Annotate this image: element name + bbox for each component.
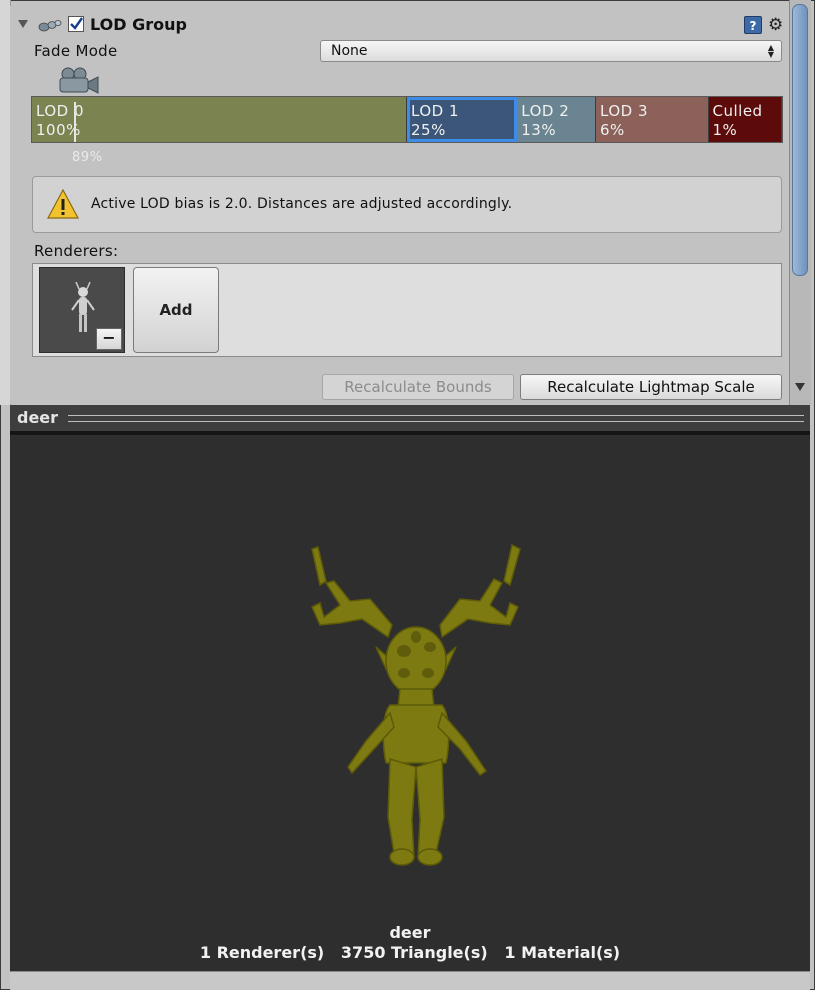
lod-segment-culled[interactable]: Culled 1%	[708, 97, 782, 142]
lod-group-component-icon	[38, 20, 62, 32]
fade-mode-label: Fade Mode	[34, 42, 118, 60]
lod-levels-bar[interactable]: LOD 0 100% LOD 1 25% LOD 2 13% LOD 3 6% Culled 1%	[31, 96, 783, 143]
lod-segment-lod-2[interactable]: LOD 2 13%	[517, 97, 596, 142]
lod-segment-lod-3[interactable]: LOD 3 6%	[596, 97, 709, 142]
model-preview[interactable]: deer 1 Renderer(s) 3750 Triangle(s) 1 Ma…	[10, 431, 810, 971]
lod-segment-percent: 6%	[600, 121, 625, 139]
fade-mode-dropdown[interactable]: None ▲ ▼	[320, 40, 782, 62]
lod-segment-name: LOD 1	[411, 102, 459, 120]
deer-thumbnail-icon	[71, 281, 95, 332]
bottom-bar	[10, 971, 810, 990]
lod-segment-name: LOD 2	[521, 102, 570, 120]
lod-segment-name: LOD 3	[600, 102, 648, 120]
component-enabled-checkbox[interactable]	[68, 16, 84, 32]
renderers-label: Renderers:	[34, 242, 119, 260]
lod-segment-percent: 25%	[411, 121, 446, 139]
renderer-thumbnail[interactable]: −	[39, 267, 125, 353]
camera-position-marker[interactable]	[74, 102, 76, 142]
lod-segment-lod-1[interactable]: LOD 1 25%	[407, 97, 518, 142]
scroll-down-arrow-icon[interactable]	[795, 383, 805, 391]
lod-segment-name: LOD 0	[36, 102, 84, 120]
dropdown-arrows-icon: ▲ ▼	[767, 43, 774, 59]
lod-segment-name: Culled	[712, 102, 763, 120]
recalculate-bounds-button[interactable]: Recalculate Bounds	[322, 374, 514, 400]
warning-icon	[47, 189, 79, 219]
foldout-arrow-icon[interactable]	[18, 20, 28, 28]
component-header[interactable]: LOD Group ? ⚙	[16, 14, 789, 36]
preview-drag-grip[interactable]	[68, 415, 804, 422]
help-icon[interactable]: ?	[744, 16, 762, 34]
lod-segment-lod-0[interactable]: LOD 0 100%	[32, 97, 407, 142]
component-title: LOD Group	[90, 15, 187, 34]
lod-segment-percent: 1%	[712, 121, 738, 139]
preview-model-stats: 1 Renderer(s) 3750 Triangle(s) 1 Materia…	[199, 943, 621, 962]
renderers-list: − Add	[32, 263, 782, 357]
checkmark-icon	[70, 17, 83, 30]
preview-model-name: deer	[389, 923, 431, 942]
camera-icon[interactable]	[50, 66, 100, 100]
inspector-scrollbar[interactable]	[789, 0, 811, 405]
fade-mode-value: None	[331, 43, 368, 59]
recalculate-lightmap-scale-button[interactable]: Recalculate Lightmap Scale	[520, 374, 782, 400]
gear-icon[interactable]: ⚙	[768, 15, 783, 35]
preview-header[interactable]: deer	[10, 405, 810, 431]
lod-group-inspector: LOD Group ? ⚙ Fade Mode None ▲ ▼ LOD 0 100…	[10, 6, 789, 404]
deer-model-image[interactable]	[290, 541, 530, 871]
add-renderer-button[interactable]: Add	[133, 267, 219, 353]
scrollbar-thumb[interactable]	[792, 4, 808, 276]
lod-segment-percent: 13%	[521, 121, 557, 139]
preview-title: deer	[17, 408, 59, 427]
remove-renderer-button[interactable]: −	[96, 328, 122, 350]
camera-percent-label: 89%	[72, 150, 103, 165]
warning-text: Active LOD bias is 2.0. Distances are ad…	[91, 196, 513, 212]
lod-bias-warning: Active LOD bias is 2.0. Distances are ad…	[32, 176, 782, 233]
